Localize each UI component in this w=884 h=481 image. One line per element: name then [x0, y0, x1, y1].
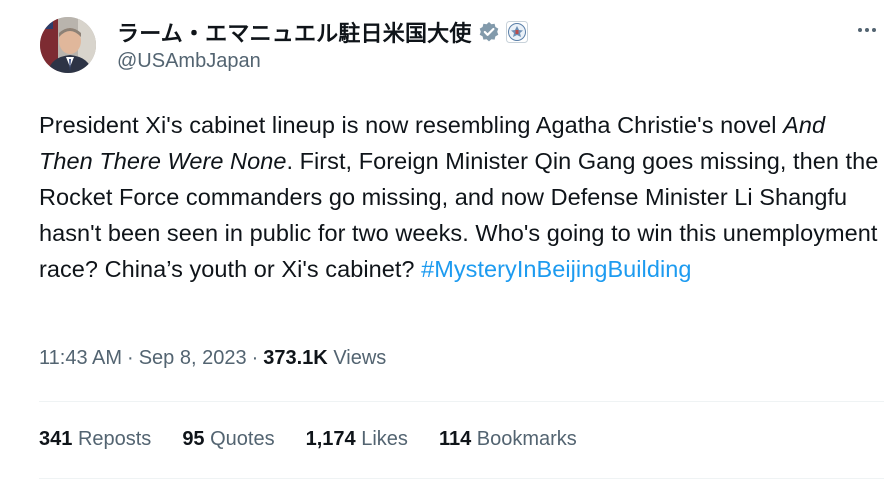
avatar-photo [40, 17, 96, 73]
bookmarks-count: 114 [438, 428, 472, 450]
meta-separator: · [127, 347, 134, 369]
tweet-text-part1: President Xi's cabinet lineup is now res… [39, 112, 784, 138]
likes-count: 1,174 [305, 428, 356, 450]
author-display-name[interactable]: ラーム・エマニュエル駐日米国大使 [117, 16, 472, 48]
views-count: 373.1K [263, 347, 328, 369]
tweet-date[interactable]: Sep 8, 2023 [139, 347, 247, 369]
reposts-stat[interactable]: 341 Reposts [39, 428, 151, 451]
meta-separator: · [251, 347, 259, 369]
hashtag-link[interactable]: #MysteryInBeijingBuilding [421, 256, 691, 282]
quotes-count: 95 [182, 428, 205, 450]
reposts-count: 341 [39, 428, 73, 450]
quotes-stat[interactable]: 95 Quotes [182, 428, 274, 451]
reposts-label: Reposts [77, 428, 152, 450]
tweet-text: President Xi's cabinet lineup is now res… [39, 107, 879, 287]
more-dot-icon [872, 28, 876, 32]
divider [39, 478, 884, 479]
likes-stat[interactable]: 1,174 Likes [306, 428, 408, 451]
views-label: Views [333, 347, 387, 369]
likes-label: Likes [361, 428, 408, 450]
verified-badge-icon [479, 22, 498, 42]
engagement-stats: 341 Reposts 95 Quotes 1,174 Likes 114 Bo… [39, 428, 608, 451]
us-seal-icon [505, 21, 528, 43]
more-dot-icon [858, 28, 862, 32]
author-handle[interactable]: @USAmbJapan [117, 50, 261, 73]
divider [39, 401, 884, 402]
bookmarks-label: Bookmarks [476, 428, 577, 450]
avatar[interactable] [40, 17, 96, 73]
tweet-time[interactable]: 11:43 AM [39, 347, 122, 369]
author-name-row[interactable]: ラーム・エマニュエル駐日米国大使 [117, 15, 528, 49]
bookmarks-stat[interactable]: 114 Bookmarks [439, 428, 577, 451]
quotes-label: Quotes [210, 428, 275, 450]
more-dot-icon [865, 28, 869, 32]
tweet-meta: 11:43 AM · Sep 8, 2023 · 373.1K Views [39, 347, 386, 370]
more-options-button[interactable] [858, 20, 884, 40]
